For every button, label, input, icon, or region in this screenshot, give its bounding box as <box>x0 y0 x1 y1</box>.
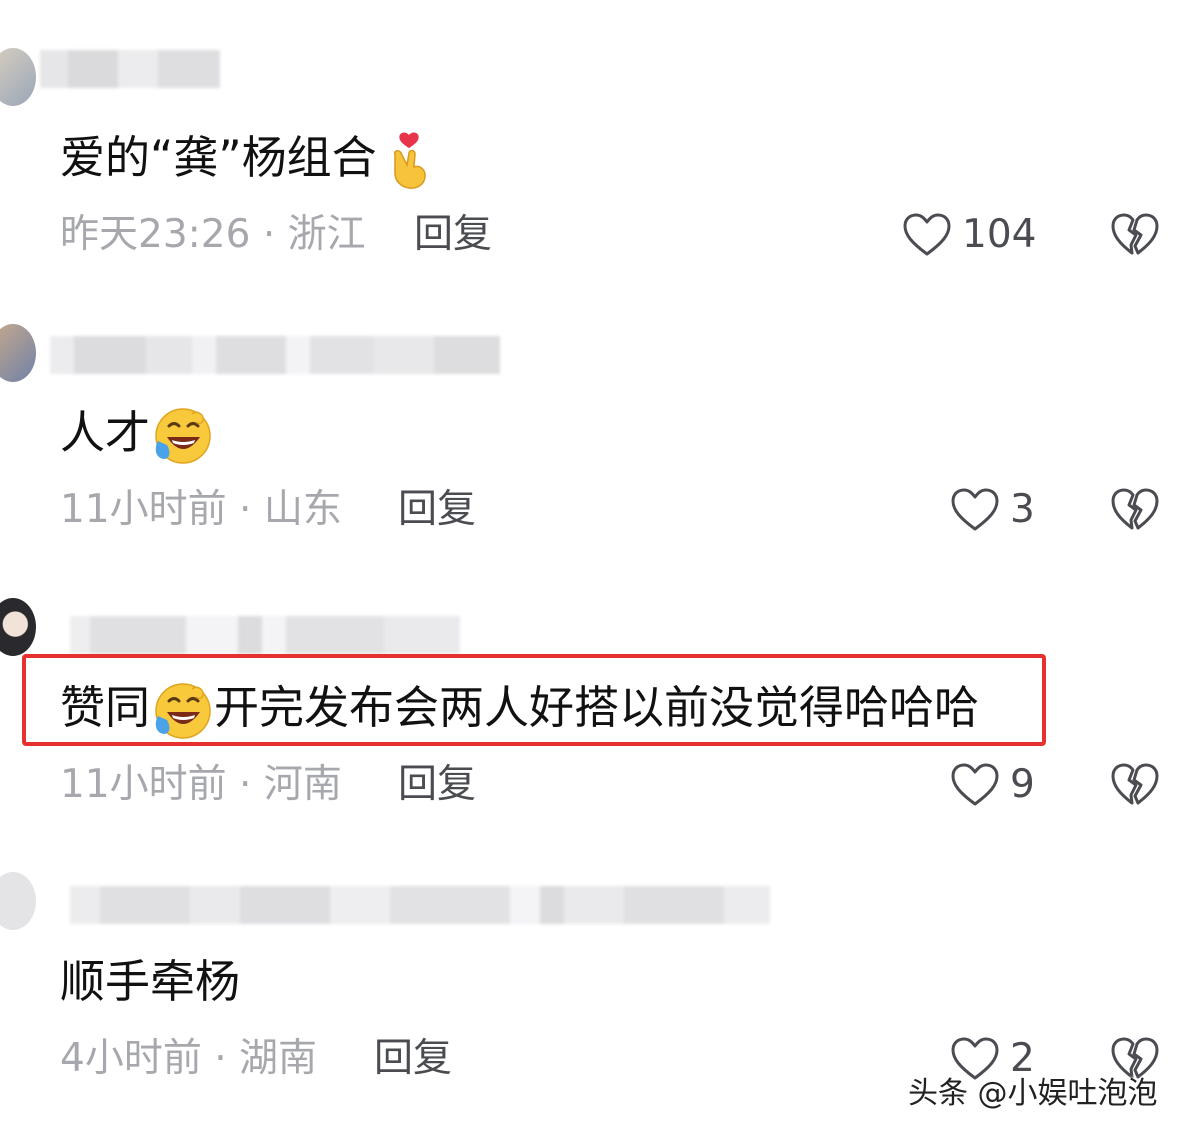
meta-separator: · <box>262 212 276 257</box>
location: 湖南 <box>239 1036 318 1081</box>
heart-icon <box>951 488 999 531</box>
comment-item: 顺手牵杨 4小时前 · 湖南 回复 2 <box>0 826 1184 1096</box>
username-blurred[interactable] <box>70 886 770 924</box>
heart-icon <box>951 763 999 806</box>
comment-item: 人才 11小时前 · 山东 回复 3 <box>0 276 1184 546</box>
reply-button[interactable]: 回复 <box>398 485 476 535</box>
comment-text-part: 顺手牵杨 <box>60 955 241 1008</box>
username-blurred[interactable] <box>40 50 220 88</box>
like-button[interactable]: 104 <box>902 210 1036 260</box>
comment-text-part: 爱的“龚”杨组合 <box>60 131 377 184</box>
like-button[interactable]: 3 <box>950 485 1035 535</box>
timestamp: 11小时前 <box>60 762 227 807</box>
like-count: 3 <box>1010 487 1035 532</box>
highlight-box <box>22 654 1046 746</box>
meta-separator: · <box>239 762 252 807</box>
comment-text-part: 人才 <box>60 406 151 459</box>
broken-heart-icon[interactable] <box>1110 487 1160 533</box>
reply-button[interactable]: 回复 <box>374 1034 452 1084</box>
heart-icon <box>903 213 951 256</box>
location: 山东 <box>263 487 342 532</box>
timestamp: 11小时前 <box>60 487 227 532</box>
finger-heart-icon <box>393 132 426 189</box>
avatar[interactable] <box>0 598 36 656</box>
reply-button[interactable]: 回复 <box>398 760 476 810</box>
avatar[interactable] <box>0 48 36 106</box>
comment-text: 人才 <box>60 403 214 464</box>
laughing-crying-emoji-icon <box>155 408 211 464</box>
comment-meta: 4小时前 · 湖南 <box>60 1034 317 1084</box>
location: 河南 <box>263 762 342 807</box>
timestamp: 昨天23:26 <box>60 212 251 257</box>
comment-text: 顺手牵杨 <box>60 952 240 1012</box>
comment-text: 爱的“龚”杨组合 <box>60 128 441 189</box>
comment-meta: 11小时前 · 河南 <box>60 760 342 810</box>
meta-separator: · <box>214 1036 227 1081</box>
reply-button[interactable]: 回复 <box>414 210 492 260</box>
username-blurred[interactable] <box>50 336 500 374</box>
comment-meta: 昨天23:26 · 浙江 <box>60 210 366 260</box>
like-count: 104 <box>962 212 1037 257</box>
like-count: 9 <box>1010 762 1035 807</box>
broken-heart-icon[interactable] <box>1110 212 1160 258</box>
comment-meta: 11小时前 · 山东 <box>60 485 342 535</box>
comment-list-screen: 爱的“龚”杨组合 昨天23:26 · 浙江 回复 104 人才 11小时前 · … <box>0 0 1184 1130</box>
avatar[interactable] <box>0 872 36 930</box>
like-button[interactable]: 9 <box>950 760 1035 810</box>
meta-separator: · <box>239 487 252 532</box>
location: 浙江 <box>287 212 366 257</box>
broken-heart-icon[interactable] <box>1110 762 1160 808</box>
comment-item: 爱的“龚”杨组合 昨天23:26 · 浙江 回复 104 <box>0 0 1184 270</box>
timestamp: 4小时前 <box>60 1036 202 1081</box>
avatar[interactable] <box>0 324 36 382</box>
username-blurred[interactable] <box>70 616 460 654</box>
watermark: 头条 @小娱吐泡泡 <box>908 1076 1158 1111</box>
